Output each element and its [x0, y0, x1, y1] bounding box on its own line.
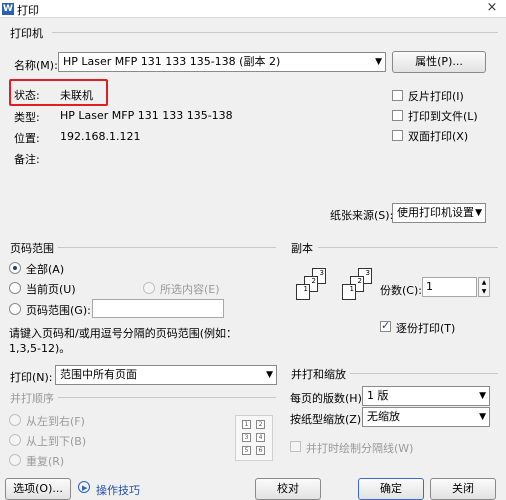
print-what-value: 范围中所有页面 [60, 368, 137, 381]
order-repeat-radio[interactable] [9, 454, 21, 466]
duplex-print-label: 双面打印(X) [408, 130, 469, 143]
title-bar: W 打印 × [0, 0, 506, 18]
print-to-file-checkbox[interactable] [392, 110, 403, 121]
options-button[interactable]: 选项(O)... [5, 478, 71, 500]
scale-select[interactable]: 无缩放 ▼ [362, 407, 490, 427]
order-cell-icon: 4 [256, 433, 265, 442]
pages-per-sheet-value: 1 版 [367, 389, 389, 402]
print-what-select[interactable]: 范围中所有页面 ▼ [55, 365, 277, 385]
ok-button[interactable]: 确定 [358, 478, 424, 500]
type-value: HP Laser MFP 131 133 135-138 [60, 109, 233, 122]
order-repeat-label: 重复(R) [26, 455, 65, 468]
page-range-all-radio[interactable] [9, 262, 21, 274]
zoom-divider [350, 373, 498, 374]
tips-icon[interactable]: ▶ [78, 481, 90, 493]
page-range-selection-label: 所选内容(E) [160, 283, 220, 296]
paper-source-select[interactable]: 使用打印机设置 ▼ [392, 203, 486, 223]
order-ttb-radio[interactable] [9, 434, 21, 446]
page-range-hint: 请键入页码和/或用逗号分隔的页码范围(例如： [9, 327, 237, 340]
pages-per-sheet-label: 每页的版数(H): [290, 392, 366, 405]
collate-preview: 3 2 1 3 2 1 [290, 268, 372, 328]
order-ltr-radio[interactable] [9, 414, 21, 426]
collate-page-icon: 1 [342, 284, 356, 300]
order-cell-icon: 5 [242, 446, 251, 455]
copies-spinner[interactable]: ▲ ▼ [478, 277, 490, 297]
paper-source-value: 使用打印机设置 [397, 206, 474, 219]
location-label: 位置: [14, 132, 40, 145]
comment-label: 备注: [14, 153, 40, 166]
paper-source-label: 纸张来源(S): [330, 209, 394, 222]
tips-link[interactable]: 操作技巧 [96, 482, 140, 498]
copies-count-input[interactable]: 1 [422, 277, 477, 297]
page-range-pages-radio[interactable] [9, 303, 21, 315]
scale-label: 按纸型缩放(Z): [290, 413, 365, 426]
order-preview: 1 2 3 4 5 6 [235, 415, 273, 461]
dropdown-arrow-icon: ▼ [475, 208, 482, 218]
close-window-button[interactable]: × [480, 0, 504, 16]
printer-group-divider [52, 32, 498, 33]
page-range-input[interactable] [92, 299, 224, 318]
printer-name-value: HP Laser MFP 131 133 135-138 (副本 2) [63, 55, 281, 68]
scale-value: 无缩放 [367, 410, 400, 423]
order-ttb-label: 从上到下(B) [26, 435, 87, 448]
dropdown-arrow-icon: ▼ [375, 57, 382, 67]
proof-button[interactable]: 校对 [255, 478, 321, 500]
page-range-divider [58, 247, 276, 248]
printer-name-select[interactable]: HP Laser MFP 131 133 135-138 (副本 2) ▼ [58, 52, 386, 72]
printer-name-label: 名称(M): [14, 59, 58, 72]
print-to-file-label: 打印到文件(L) [408, 110, 478, 123]
order-cell-icon: 3 [242, 433, 251, 442]
copies-count-label: 份数(C): [380, 284, 422, 297]
spin-down-icon[interactable]: ▼ [479, 287, 489, 296]
order-cell-icon: 2 [256, 420, 265, 429]
draw-lines-checkbox[interactable] [290, 441, 301, 452]
type-label: 类型: [14, 111, 40, 124]
duplex-print-checkbox[interactable] [392, 130, 403, 141]
location-value: 192.168.1.121 [60, 130, 141, 143]
zoom-group-label: 并打和缩放 [291, 368, 346, 381]
window-title: 打印 [17, 4, 39, 17]
wps-writer-icon: W [2, 3, 14, 15]
order-cell-icon: 6 [256, 446, 265, 455]
collate-label: 逐份打印(T) [396, 322, 456, 335]
order-ltr-label: 从左到右(F) [26, 415, 85, 428]
page-range-current-radio[interactable] [9, 282, 21, 294]
close-icon: × [486, 0, 498, 15]
order-cell-icon: 1 [242, 420, 251, 429]
dropdown-arrow-icon: ▼ [479, 391, 486, 401]
copies-group-label: 副本 [291, 242, 313, 255]
copies-divider [318, 247, 498, 248]
draw-lines-label: 并打时绘制分隔线(W) [306, 442, 414, 455]
printer-group-label: 打印机 [10, 27, 43, 40]
reverse-print-label: 反片打印(I) [408, 90, 464, 103]
page-range-current-label: 当前页(U) [26, 283, 76, 296]
order-divider [58, 397, 276, 398]
collate-checkbox[interactable] [380, 319, 391, 332]
order-group-label: 并打顺序 [10, 392, 54, 405]
page-range-all-label: 全部(A) [26, 263, 65, 276]
close-button[interactable]: 关闭 [430, 478, 496, 500]
reverse-print-checkbox[interactable] [392, 90, 403, 101]
collate-page-icon: 1 [296, 284, 310, 300]
pages-per-sheet-select[interactable]: 1 版 ▼ [362, 386, 490, 406]
page-range-group-label: 页码范围 [10, 242, 54, 255]
properties-button[interactable]: 属性(P)... [392, 51, 486, 73]
dropdown-arrow-icon: ▼ [479, 412, 486, 422]
status-value: 未联机 [60, 89, 93, 102]
page-range-hint-example: 1,3,5-12)。 [9, 342, 71, 355]
spin-up-icon[interactable]: ▲ [479, 278, 489, 287]
dropdown-arrow-icon: ▼ [266, 370, 273, 380]
status-label: 状态: [14, 89, 40, 102]
page-range-pages-label: 页码范围(G): [26, 304, 91, 317]
print-what-label: 打印(N): [10, 371, 53, 384]
page-range-selection-radio[interactable] [143, 282, 155, 294]
